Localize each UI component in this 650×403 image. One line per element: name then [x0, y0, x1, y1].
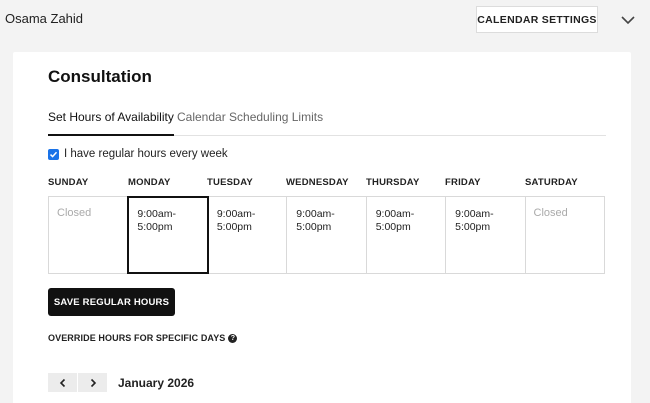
day-cell-friday[interactable]: 9:00am- 5:00pm: [446, 197, 526, 273]
checkmark-icon: [49, 151, 58, 158]
day-name: MONDAY: [128, 177, 171, 188]
override-label: OVERRIDE HOURS FOR SPECIFIC DAYS: [48, 333, 226, 343]
weekday-header: SUNDAY MONDAY TUESDAY WEDNESDAY THURSDAY…: [48, 177, 606, 191]
day-name: SUNDAY: [48, 177, 89, 188]
next-month-button[interactable]: [78, 373, 107, 392]
chevron-right-icon: [90, 378, 96, 387]
tab-set-hours[interactable]: Set Hours of Availability: [48, 110, 174, 136]
day-cell-monday[interactable]: 9:00am- 5:00pm: [127, 196, 209, 274]
day-name: THURSDAY: [366, 177, 420, 188]
day-hours: 9:00am- 5:00pm: [137, 208, 176, 233]
question-circle-icon[interactable]: ?: [228, 333, 238, 343]
tab-bar: Set Hours of Availability Calendar Sched…: [48, 108, 606, 136]
day-name: WEDNESDAY: [286, 177, 349, 188]
save-regular-hours-button[interactable]: SAVE REGULAR HOURS: [48, 288, 175, 316]
day-name: TUESDAY: [207, 177, 253, 188]
availability-card: Consultation Set Hours of Availability C…: [13, 52, 631, 403]
weekly-hours-grid: Closed 9:00am- 5:00pm 9:00am- 5:00pm 9:0…: [48, 196, 605, 274]
prev-month-button[interactable]: [48, 373, 77, 392]
day-hours: Closed: [57, 207, 92, 219]
day-cell-thursday[interactable]: 9:00am- 5:00pm: [367, 197, 447, 273]
page-title: Consultation: [48, 67, 152, 86]
day-hours: 9:00am- 5:00pm: [375, 208, 415, 233]
regular-hours-label: I have regular hours every week: [64, 148, 228, 160]
day-hours: 9:00am- 5:00pm: [296, 208, 335, 233]
current-month-label: January 2026: [118, 375, 195, 390]
regular-hours-checkbox[interactable]: [48, 148, 59, 160]
month-navigation: January 2026: [48, 373, 194, 392]
day-cell-saturday[interactable]: Closed: [526, 197, 604, 273]
top-bar: Osama Zahid CALENDAR SETTINGS: [0, 0, 650, 40]
day-hours: 9:00am- 5:00pm: [455, 208, 494, 233]
override-section: OVERRIDE HOURS FOR SPECIFIC DAYS ?: [48, 333, 238, 343]
day-hours: Closed: [533, 207, 568, 219]
tab-scheduling-limits[interactable]: Calendar Scheduling Limits: [177, 110, 323, 136]
chevron-left-icon: [59, 378, 65, 387]
day-cell-wednesday[interactable]: 9:00am- 5:00pm: [287, 197, 367, 273]
day-cell-tuesday[interactable]: 9:00am- 5:00pm: [208, 197, 288, 273]
day-name: SATURDAY: [525, 177, 578, 188]
chevron-down-icon[interactable]: [618, 11, 638, 29]
day-hours: 9:00am- 5:00pm: [216, 208, 256, 233]
calendar-settings-button[interactable]: CALENDAR SETTINGS: [476, 6, 598, 33]
regular-hours-option: I have regular hours every week: [48, 148, 228, 160]
day-name: FRIDAY: [445, 177, 481, 188]
day-cell-sunday[interactable]: Closed: [49, 197, 129, 273]
user-name: Osama Zahid: [5, 11, 84, 26]
